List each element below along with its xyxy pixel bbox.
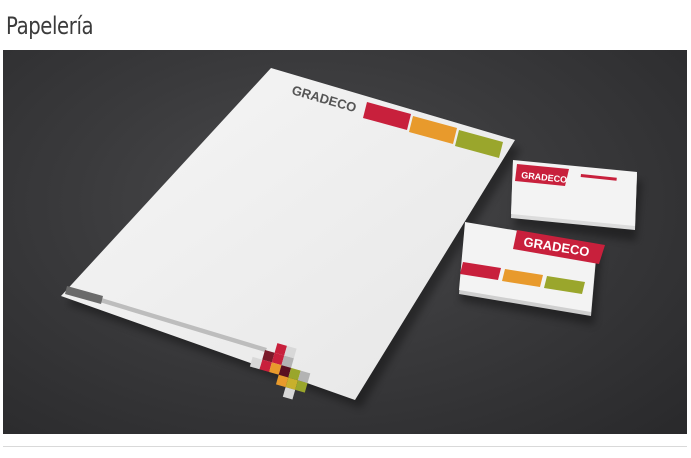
stationery-mockup-photo: GRADECO GRADECO GRADECO (3, 50, 687, 434)
bottom-divider (3, 446, 687, 447)
business-card-back-stack: GRADECO (511, 160, 642, 241)
business-card-front-stack: GRADECO (459, 222, 605, 325)
letterhead: GRADECO (61, 68, 515, 400)
page-title: Papelería (6, 12, 94, 40)
